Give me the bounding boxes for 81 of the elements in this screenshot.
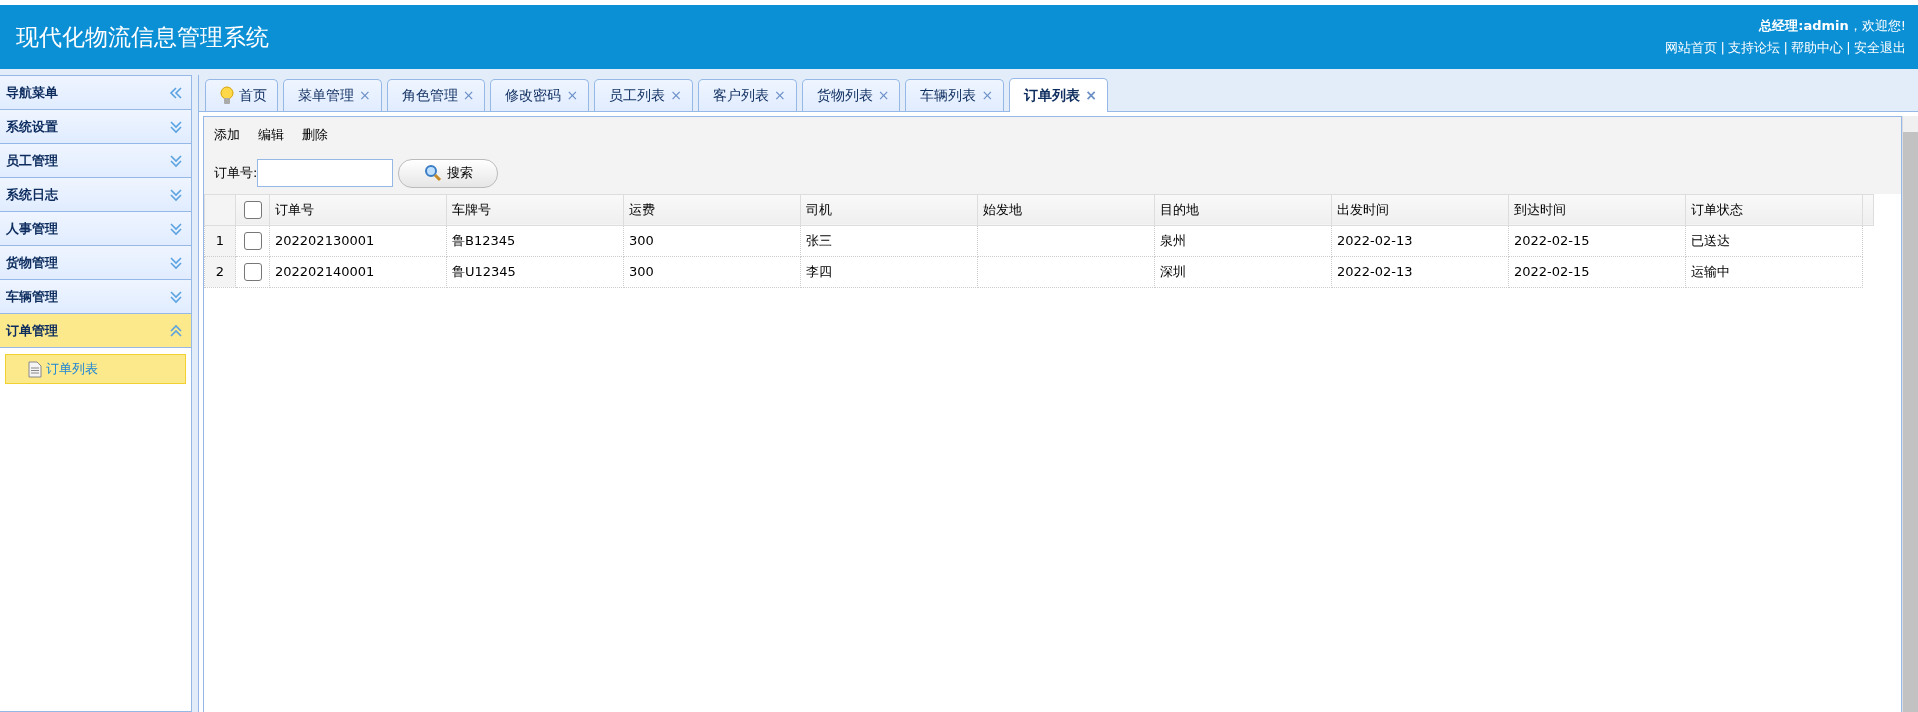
sidebar-section[interactable]: 订单管理 xyxy=(0,314,191,348)
link-separator: | xyxy=(1720,40,1725,55)
header-link[interactable]: 支持论坛 xyxy=(1728,40,1781,55)
document-icon xyxy=(28,360,42,378)
sidebar-section[interactable]: 车辆管理 xyxy=(0,280,191,314)
table-cell: 300 xyxy=(623,256,801,287)
table-cell: 2022-02-13 xyxy=(1331,256,1509,287)
toolbar-button[interactable]: 编辑 xyxy=(258,127,284,142)
link-separator: | xyxy=(1846,40,1851,55)
search-field[interactable] xyxy=(257,159,394,187)
column-header[interactable]: 始发地 xyxy=(977,194,1155,225)
app-title: 现代化物流信息管理系统 xyxy=(16,22,269,52)
search-button[interactable]: 搜索 xyxy=(398,158,499,188)
section-label: 系统日志 xyxy=(6,185,58,204)
table-cell: 2022-02-13 xyxy=(1331,225,1509,256)
tab[interactable]: 首页 xyxy=(205,79,278,111)
sidebar-section[interactable]: 系统日志 xyxy=(0,178,191,212)
row-number: 1 xyxy=(204,225,236,256)
table-cell: 运输中 xyxy=(1685,256,1863,287)
column-header[interactable]: 目的地 xyxy=(1154,194,1332,225)
table-cell: 泉州 xyxy=(1154,225,1332,256)
tab[interactable]: 角色管理 × xyxy=(386,79,486,111)
tab[interactable]: 员工列表 × xyxy=(594,79,693,111)
chevron-down-icon[interactable] xyxy=(169,119,183,134)
link-separator: | xyxy=(1783,40,1788,55)
chevron-down-icon[interactable] xyxy=(169,255,183,270)
tab[interactable]: 修改密码 × xyxy=(490,79,590,111)
row-checkbox[interactable] xyxy=(243,232,262,251)
table-cell: 深圳 xyxy=(1154,256,1332,287)
table-cell: 300 xyxy=(623,225,801,256)
table-cell: 202202140001 xyxy=(269,256,447,287)
row-checkbox[interactable] xyxy=(243,263,262,282)
column-header[interactable]: 出发时间 xyxy=(1331,194,1509,225)
collapse-icon[interactable] xyxy=(169,85,183,100)
chevron-down-icon[interactable] xyxy=(169,187,183,202)
sidebar-title: 导航菜单 xyxy=(6,83,58,102)
tab[interactable]: 订单列表 × xyxy=(1009,78,1108,112)
tab[interactable]: 车辆列表 × xyxy=(905,79,1005,111)
chevron-down-icon[interactable] xyxy=(169,289,183,304)
greeting-text: 总经理:admin，欢迎您! xyxy=(1757,17,1906,35)
section-label: 人事管理 xyxy=(6,219,58,238)
table-cell: 已送达 xyxy=(1685,225,1863,256)
column-header[interactable]: 到达时间 xyxy=(1508,194,1686,225)
table-cell: 鲁U12345 xyxy=(446,256,624,287)
sidebar-section[interactable]: 人事管理 xyxy=(0,212,191,246)
header-link[interactable]: 帮助中心 xyxy=(1791,40,1844,55)
column-header[interactable]: 司机 xyxy=(800,194,978,225)
column-header[interactable]: 订单号 xyxy=(269,194,447,225)
table-cell: 2022-02-15 xyxy=(1508,256,1686,287)
toolbar-button[interactable]: 删除 xyxy=(302,127,328,142)
header-link[interactable]: 网站首页 xyxy=(1665,40,1718,55)
section-label: 系统设置 xyxy=(6,117,58,136)
column-header[interactable]: 运费 xyxy=(623,194,801,225)
section-label: 货物管理 xyxy=(6,253,58,272)
table-cell: 鲁B12345 xyxy=(446,225,624,256)
chevron-down-icon[interactable] xyxy=(169,221,183,236)
table-cell: 2022-02-15 xyxy=(1508,225,1686,256)
chevron-up-icon[interactable] xyxy=(169,323,183,338)
table-cell: 李四 xyxy=(800,256,978,287)
table-cell: 张三 xyxy=(800,225,978,256)
section-label: 订单管理 xyxy=(6,321,58,340)
sidebar-section[interactable]: 货物管理 xyxy=(0,246,191,280)
search-icon xyxy=(423,164,442,182)
section-label: 车辆管理 xyxy=(6,287,58,306)
column-header[interactable]: 订单状态 xyxy=(1685,194,1863,225)
scrollbar[interactable] xyxy=(1902,116,1918,712)
lightbulb-icon xyxy=(220,85,234,106)
sidebar-section[interactable]: 系统设置 xyxy=(0,110,191,144)
tab[interactable]: 客户列表 × xyxy=(697,79,797,111)
search-label: 订单号: xyxy=(214,164,258,183)
column-header[interactable]: 车牌号 xyxy=(446,194,624,225)
toolbar-button[interactable]: 添加 xyxy=(214,127,240,142)
chevron-down-icon[interactable] xyxy=(169,153,183,168)
sidebar-section[interactable]: 员工管理 xyxy=(0,144,191,178)
row-number: 2 xyxy=(204,256,236,287)
header-link[interactable]: 安全退出 xyxy=(1854,40,1906,55)
section-label: 员工管理 xyxy=(6,151,58,170)
table-cell: 202202130001 xyxy=(269,225,447,256)
tab[interactable]: 菜单管理 × xyxy=(283,79,382,111)
select-all-checkbox[interactable] xyxy=(243,201,262,220)
tab[interactable]: 货物列表 × xyxy=(801,79,901,111)
